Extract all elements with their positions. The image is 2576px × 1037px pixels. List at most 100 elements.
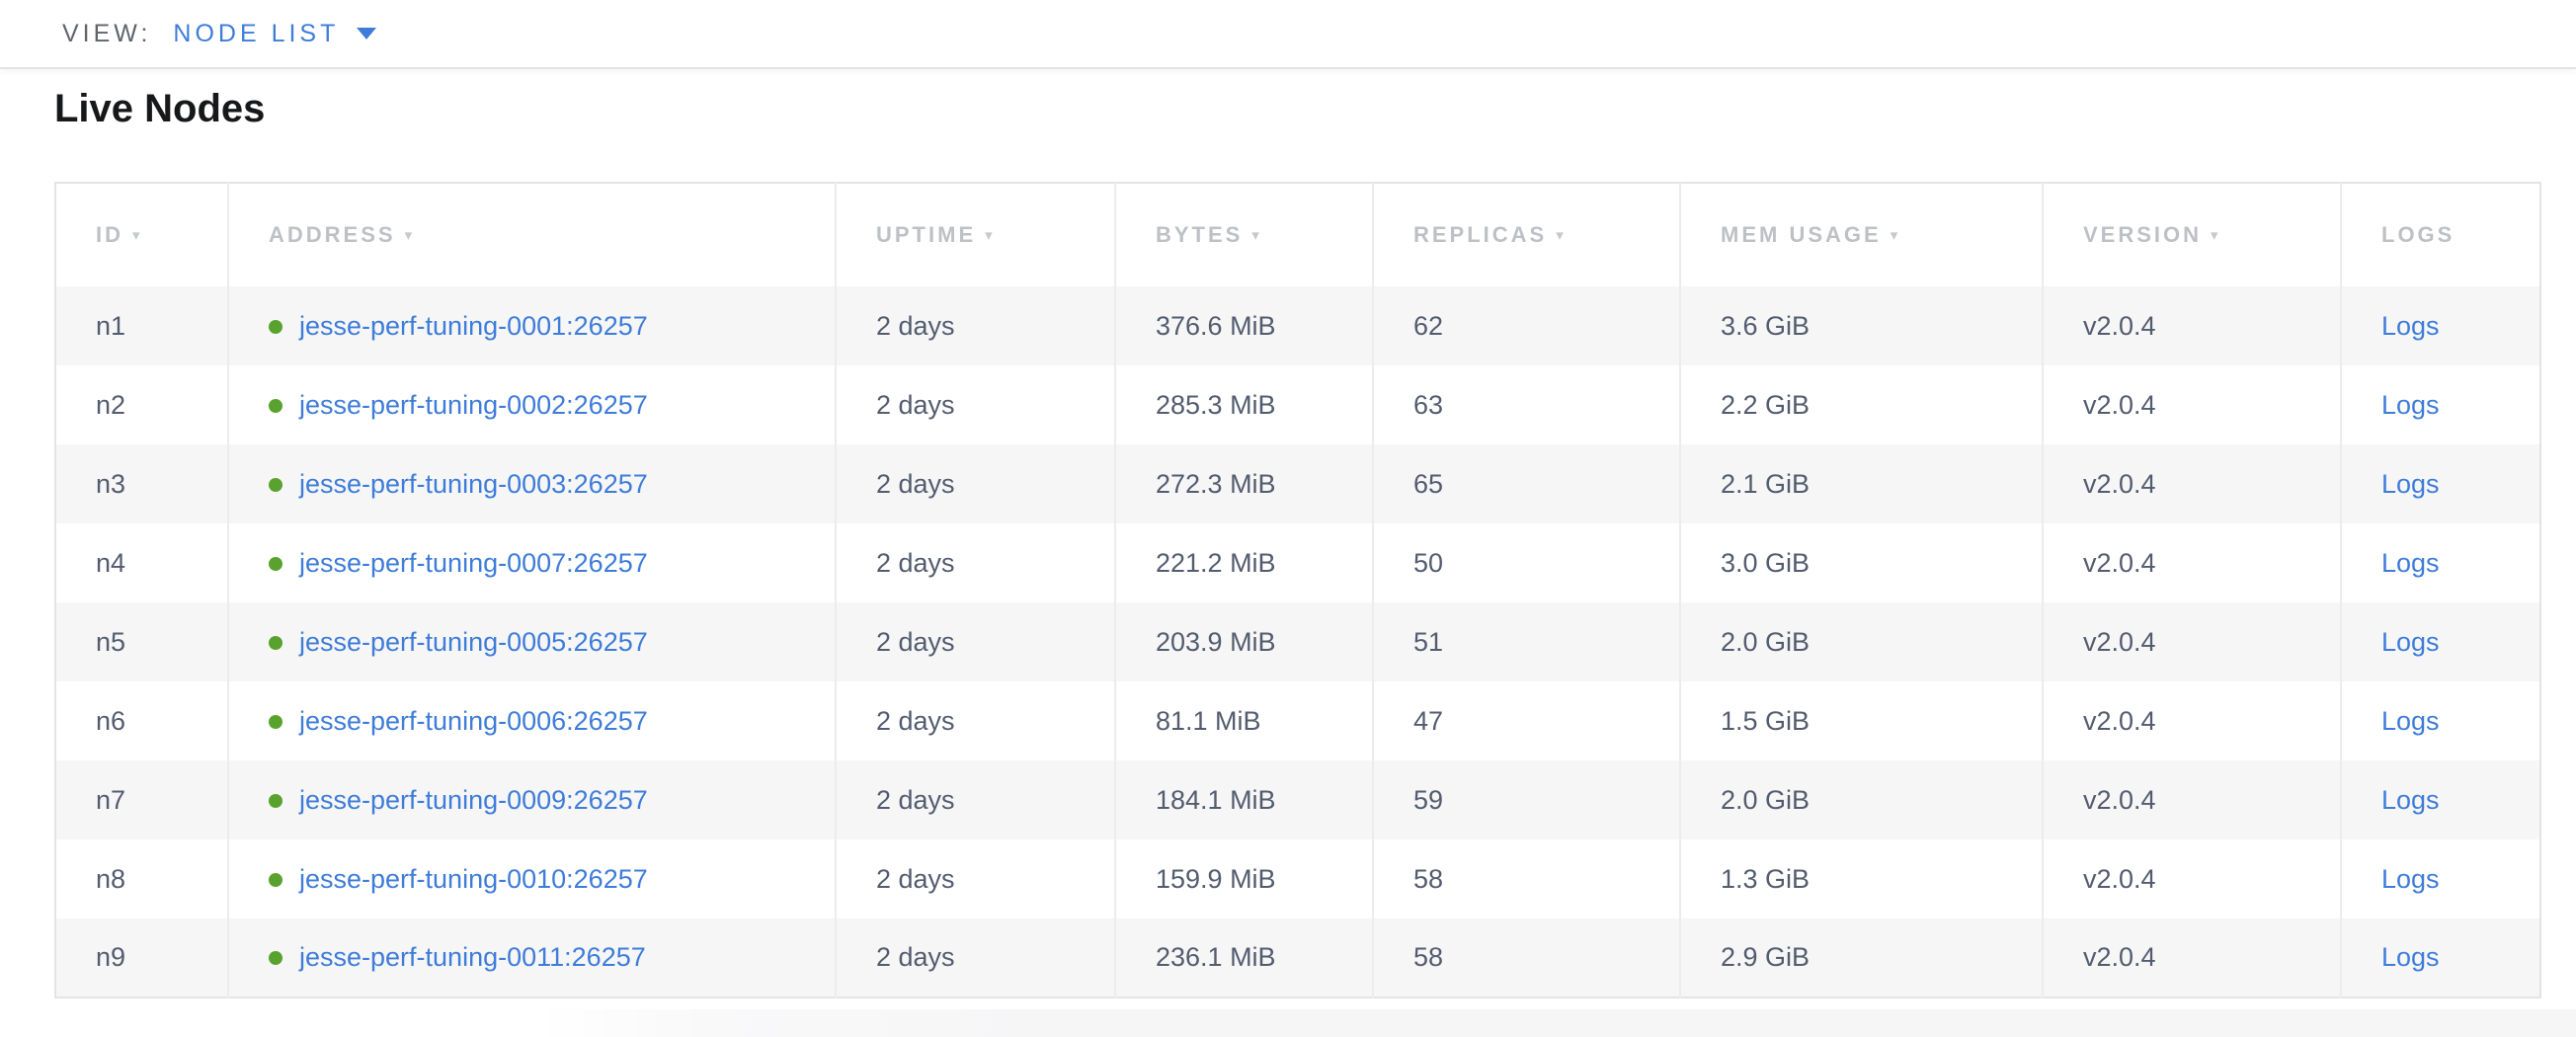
node-mem-usage-cell: 2.0 GiB (1680, 602, 2043, 681)
node-address-link[interactable]: jesse-perf-tuning-0007:26257 (299, 548, 648, 578)
table-row: n7jesse-perf-tuning-0009:262572 days184.… (55, 760, 2540, 839)
node-mem-usage-cell: 1.3 GiB (1680, 839, 2043, 918)
chevron-down-icon (357, 28, 376, 40)
node-bytes-cell: 184.1 MiB (1115, 760, 1373, 839)
node-mem-usage-cell: 3.0 GiB (1680, 523, 2043, 602)
logs-link[interactable]: Logs (2381, 548, 2440, 578)
column-header-label: ADDRESS (269, 222, 396, 247)
live-nodes-table: ID▾ADDRESS▾UPTIME▾BYTES▾REPLICAS▾MEM USA… (54, 182, 2541, 998)
node-bytes-cell: 221.2 MiB (1115, 523, 1373, 602)
node-replicas-cell: 50 (1373, 523, 1680, 602)
node-uptime-cell: 2 days (836, 918, 1115, 997)
column-header-uptime[interactable]: UPTIME ▾ (836, 183, 1115, 286)
column-header-label: REPLICAS (1413, 222, 1547, 247)
node-replicas-cell: 58 (1373, 918, 1680, 997)
table-row: n8 jesse-perf-tuning-0010:26257 2 days159.… (55, 839, 2540, 918)
sort-caret-icon: ▾ (132, 227, 143, 244)
sort-caret-icon: ▾ (1556, 227, 1567, 244)
node-status-dot-icon (269, 715, 282, 729)
column-header-logs: LOGS (2341, 183, 2540, 286)
node-id-cell: n4 (55, 523, 228, 602)
logs-link[interactable]: Logs (2381, 785, 2440, 815)
node-id-cell: n6 (55, 681, 228, 760)
node-logs-cell: Logs (2341, 681, 2540, 760)
logs-link[interactable]: Logs (2381, 864, 2440, 894)
column-header-address[interactable]: ADDRESS▾ (228, 183, 836, 286)
node-replicas-cell: 63 (1373, 365, 1680, 444)
node-logs-cell: Logs (2341, 523, 2540, 602)
node-address-link[interactable]: jesse-perf-tuning-0003:26257 (299, 469, 648, 499)
node-logs-cell: Logs (2341, 839, 2540, 918)
node-address-cell: jesse-perf-tuning-0005:26257 (228, 602, 836, 681)
logs-link[interactable]: Logs (2381, 311, 2440, 341)
column-header-id[interactable]: ID ▾ (55, 183, 228, 286)
view-selector-dropdown[interactable]: NODE LIST (173, 20, 376, 48)
node-mem-usage-cell: 2.1 GiB (1680, 444, 2043, 523)
node-uptime-cell: 2 days (836, 444, 1115, 523)
node-address-link[interactable]: jesse-perf-tuning-0009:26257 (299, 785, 648, 815)
node-bytes-cell: 159.9 MiB (1115, 839, 1373, 918)
node-bytes-cell: 81.1 MiB (1115, 681, 1373, 760)
logs-link[interactable]: Logs (2381, 942, 2440, 972)
node-version-cell: v2.0.4 (2043, 286, 2341, 365)
node-address-cell: jesse-perf-tuning-0011:26257 (228, 918, 836, 997)
table-row: n2 jesse-perf-tuning-0002:26257 2 days285.… (55, 365, 2540, 444)
node-address-link[interactable]: jesse-perf-tuning-0005:26257 (299, 627, 648, 657)
node-replicas-cell: 58 (1373, 839, 1680, 918)
logs-link[interactable]: Logs (2381, 627, 2440, 657)
node-status-dot-icon (269, 557, 282, 571)
node-status-dot-icon (269, 399, 282, 413)
node-id-cell: n1 (55, 286, 228, 365)
node-replicas-cell: 47 (1373, 681, 1680, 760)
node-mem-usage-cell: 1.5 GiB (1680, 681, 2043, 760)
column-header-label: VERSION (2083, 222, 2202, 247)
table-row: n9 jesse-perf-tuning-0011:26257 2 days236.… (55, 918, 2540, 997)
table-row: n1jesse-perf-tuning-0001:262572 days376.… (55, 286, 2540, 365)
node-address-link[interactable]: jesse-perf-tuning-0002:26257 (299, 390, 648, 420)
node-uptime-cell: 2 days (836, 365, 1115, 444)
sort-caret-icon: ▾ (1891, 227, 1901, 244)
node-version-cell: v2.0.4 (2043, 523, 2341, 602)
logs-link[interactable]: Logs (2381, 390, 2440, 420)
node-logs-cell: Logs (2341, 918, 2540, 997)
column-header-replicas[interactable]: REPLICAS ▾ (1373, 183, 1680, 286)
node-version-cell: v2.0.4 (2043, 760, 2341, 839)
node-version-cell: v2.0.4 (2043, 444, 2341, 523)
node-id-cell: n8 (55, 839, 228, 918)
table-row: n5jesse-perf-tuning-0005:262572 days203.… (55, 602, 2540, 681)
node-bytes-cell: 236.1 MiB (1115, 918, 1373, 997)
node-bytes-cell: 203.9 MiB (1115, 602, 1373, 681)
table-row: n6jesse-perf-tuning-0006:262572 days81.1… (55, 681, 2540, 760)
node-address-cell: jesse-perf-tuning-0002:26257 (228, 365, 836, 444)
node-address-link[interactable]: jesse-perf-tuning-0006:26257 (299, 706, 648, 736)
column-header-bytes[interactable]: BYTES▾ (1115, 183, 1373, 286)
node-id-cell: n9 (55, 918, 228, 997)
node-address-cell: jesse-perf-tuning-0009:26257 (228, 760, 836, 839)
node-logs-cell: Logs (2341, 444, 2540, 523)
node-bytes-cell: 272.3 MiB (1115, 444, 1373, 523)
node-status-dot-icon (269, 951, 282, 965)
node-address-link[interactable]: jesse-perf-tuning-0001:26257 (299, 311, 648, 341)
node-version-cell: v2.0.4 (2043, 602, 2341, 681)
logs-link[interactable]: Logs (2381, 706, 2440, 736)
node-status-dot-icon (269, 320, 282, 334)
node-bytes-cell: 285.3 MiB (1115, 365, 1373, 444)
node-address-link[interactable]: jesse-perf-tuning-0010:26257 (299, 864, 648, 894)
table-row: n4jesse-perf-tuning-0007:262572 days221.… (55, 523, 2540, 602)
sort-caret-icon: ▾ (985, 227, 996, 244)
node-address-link[interactable]: jesse-perf-tuning-0011:26257 (299, 942, 646, 972)
column-header-mem_usage[interactable]: MEM USAGE▾ (1680, 183, 2043, 286)
node-address-cell: jesse-perf-tuning-0007:26257 (228, 523, 836, 602)
node-uptime-cell: 2 days (836, 839, 1115, 918)
node-replicas-cell: 62 (1373, 286, 1680, 365)
node-address-cell: jesse-perf-tuning-0001:26257 (228, 286, 836, 365)
node-version-cell: v2.0.4 (2043, 365, 2341, 444)
node-id-cell: n7 (55, 760, 228, 839)
node-mem-usage-cell: 3.6 GiB (1680, 286, 2043, 365)
logs-link[interactable]: Logs (2381, 469, 2440, 499)
node-status-dot-icon (269, 873, 282, 887)
node-id-cell: n2 (55, 365, 228, 444)
column-header-label: ID (96, 222, 123, 247)
column-header-label: UPTIME (876, 222, 976, 247)
column-header-version[interactable]: VERSION▾ (2043, 183, 2341, 286)
